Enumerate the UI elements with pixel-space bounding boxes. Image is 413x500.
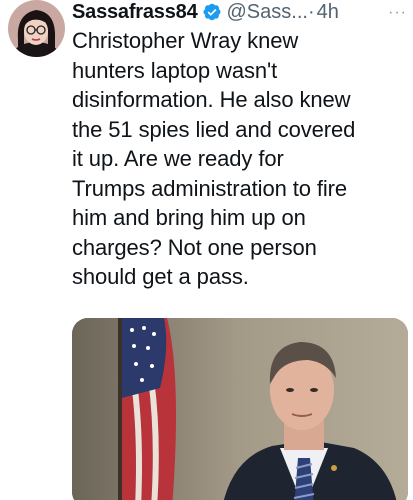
display-name[interactable]: Sassafrass84 <box>72 1 198 24</box>
avatar[interactable] <box>8 0 65 57</box>
tweet-header: Sassafrass84 @Sass... · 4h <box>72 0 408 26</box>
verified-badge-icon <box>202 2 222 22</box>
tweet-media-image[interactable] <box>72 318 408 500</box>
separator-dot: · <box>307 0 315 23</box>
tweet[interactable]: Sassafrass84 @Sass... · 4h ··· Christoph… <box>0 0 413 500</box>
tweet-text: Christopher Wray knew hunters laptop was… <box>72 28 356 289</box>
more-options-icon[interactable]: ··· <box>388 4 407 22</box>
timestamp[interactable]: 4h <box>317 1 339 24</box>
user-handle[interactable]: @Sass... <box>227 1 308 24</box>
